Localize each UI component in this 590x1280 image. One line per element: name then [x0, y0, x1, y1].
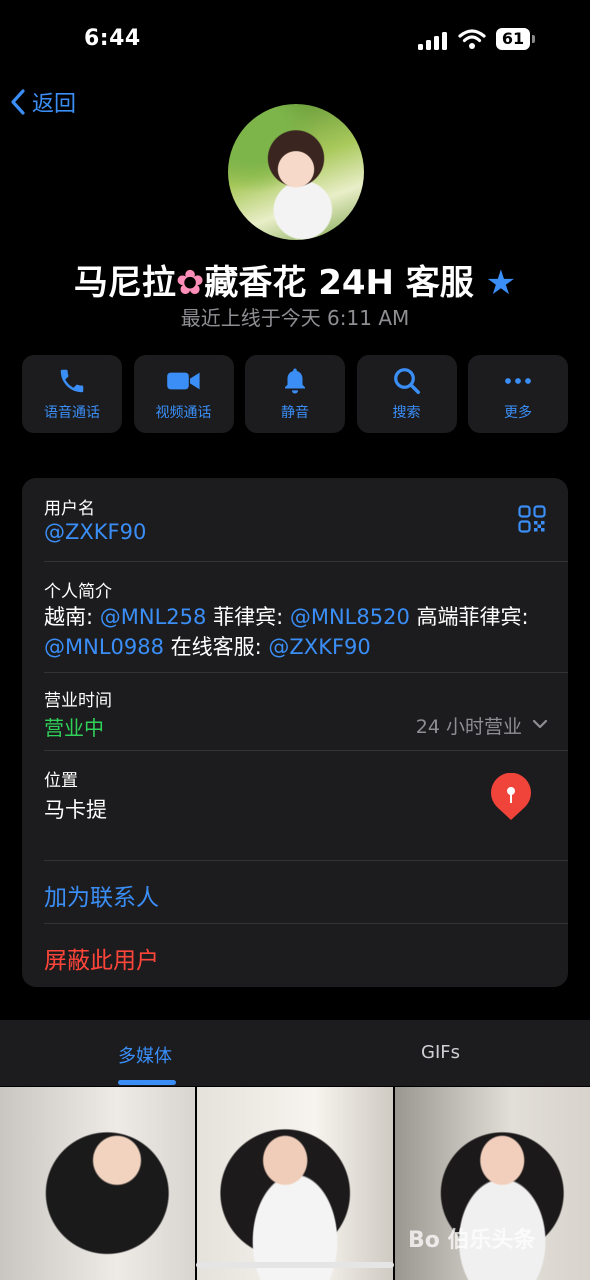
bio-label: 个人简介 [44, 582, 112, 602]
divider [44, 923, 568, 924]
more-label: 更多 [504, 405, 532, 421]
profile-name-part-b: 藏香花 24H 客服 [204, 263, 474, 303]
battery-icon: 61 [496, 28, 536, 50]
business-hours-status: 营业中 [44, 716, 104, 740]
business-hours-row[interactable]: 营业时间 营业中 24 小时营业 [22, 672, 568, 750]
video-call-label: 视频通话 [155, 405, 212, 421]
media-thumbnail[interactable] [0, 1087, 195, 1280]
status-time: 6:44 [84, 26, 141, 51]
bio-text: 越南: @MNL258 菲律宾: @MNL8520 高端菲律宾: @MNL098… [44, 602, 544, 662]
map-pin-icon[interactable] [489, 773, 533, 821]
more-button[interactable]: 更多 [468, 355, 568, 433]
username-label: 用户名 [44, 499, 95, 519]
profile-name: 马尼拉✿藏香花 24H 客服 ★ [0, 255, 590, 304]
more-icon [505, 378, 531, 384]
mute-label: 静音 [281, 405, 309, 421]
business-hours-label: 营业时间 [44, 691, 112, 711]
media-tabs: 多媒体 GIFs [0, 1020, 590, 1086]
divider [44, 860, 568, 861]
bio-text-part: 菲律宾: [206, 605, 290, 629]
bio-text-part: 高端菲律宾: [409, 605, 529, 629]
media-thumbnail[interactable] [197, 1087, 393, 1280]
bell-icon [285, 368, 305, 394]
wifi-icon [458, 29, 486, 49]
voice-call-label: 语音通话 [44, 405, 100, 421]
battery-level: 61 [496, 28, 530, 50]
cellular-signal-icon [418, 32, 448, 50]
chevron-down-icon [532, 719, 548, 729]
bio-mention-link[interactable]: @MNL8520 [290, 605, 410, 629]
watermark: Bo 伯乐头条 [408, 1228, 536, 1253]
home-indicator[interactable] [196, 1262, 394, 1268]
bio-mention-link[interactable]: @MNL258 [100, 605, 207, 629]
location-label: 位置 [44, 771, 78, 791]
search-icon [393, 368, 420, 394]
back-label: 返回 [32, 92, 77, 117]
chevron-left-icon [11, 89, 25, 115]
add-contact-button[interactable]: 加为联系人 [44, 878, 159, 912]
last-seen-status: 最近上线于今天 6:11 AM [180, 306, 410, 330]
active-tab-indicator [118, 1080, 176, 1085]
tab-media[interactable]: 多媒体 [118, 1042, 172, 1068]
business-hours-detail: 24 小时营业 [415, 716, 522, 738]
phone-icon [60, 369, 84, 393]
divider [44, 561, 568, 562]
bio-text-part: 在线客服: [163, 635, 269, 659]
location-value[interactable]: 马卡提 [44, 794, 107, 824]
mute-button[interactable]: 静音 [245, 355, 345, 433]
qr-code-icon[interactable] [518, 505, 546, 533]
video-call-button[interactable]: 视频通话 [133, 355, 234, 433]
premium-star-icon[interactable]: ★ [486, 263, 516, 303]
search-label: 搜索 [392, 405, 421, 421]
bio-mention-link[interactable]: @ZXKF90 [268, 635, 370, 659]
block-user-button[interactable]: 屏蔽此用户 [44, 941, 159, 975]
cherry-blossom-icon: ✿ [175, 263, 205, 303]
bio-text-part: 越南: [44, 605, 100, 629]
profile-name-part-a: 马尼拉 [73, 263, 176, 303]
action-bar: 语音通话 视频通话 静音 搜索 更多 [22, 355, 568, 433]
username-value[interactable]: @ZXKF90 [44, 520, 146, 544]
bio-mention-link[interactable]: @MNL0988 [44, 635, 164, 659]
divider [44, 750, 568, 751]
profile-info-card: 用户名 @ZXKF90 个人简介 越南: @MNL258 菲律宾: @MNL85… [22, 478, 568, 987]
tab-gifs[interactable]: GIFs [421, 1042, 460, 1063]
avatar[interactable] [228, 104, 364, 240]
search-button[interactable]: 搜索 [356, 355, 457, 433]
back-button[interactable]: 返回 [10, 86, 76, 118]
voice-call-button[interactable]: 语音通话 [22, 355, 122, 433]
video-icon [166, 372, 200, 390]
